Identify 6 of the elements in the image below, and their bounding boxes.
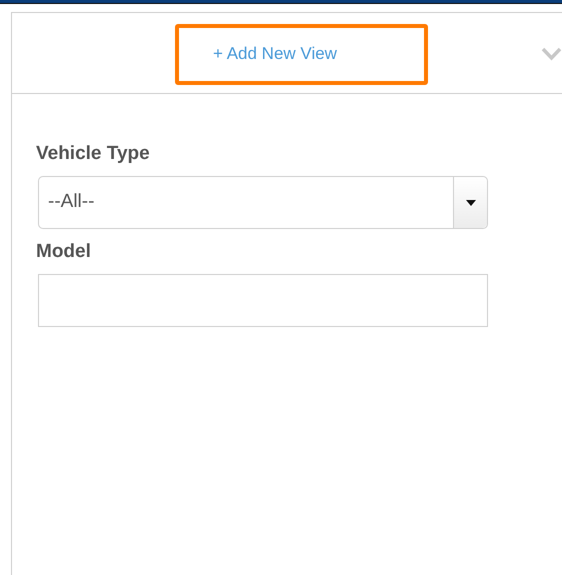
field-label: Model [36,240,92,264]
vehicle-type-select[interactable]: --All-- [38,176,488,229]
caret-icon [466,200,476,206]
chevron-icon[interactable] [541,47,562,61]
model-input[interactable] [38,274,488,327]
field-label: Vehicle Type [36,142,151,166]
